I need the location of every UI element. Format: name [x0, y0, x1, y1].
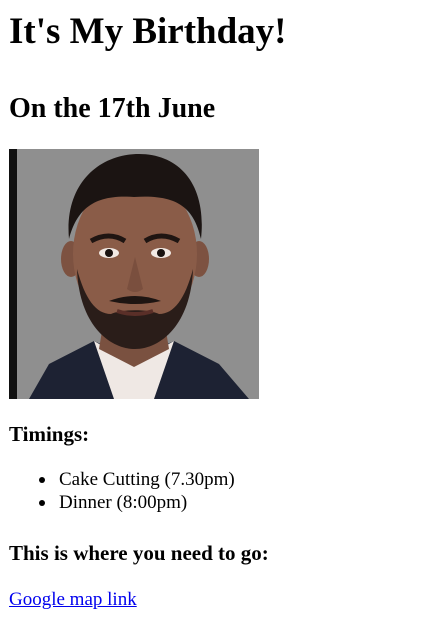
page: It's My Birthday! On the 17th June Timin… [0, 10, 426, 611]
page-title: It's My Birthday! [9, 11, 287, 52]
timings-item-dinner: Dinner (8:00pm) [39, 491, 417, 514]
timings-heading: Timings: [9, 422, 90, 446]
timings-item-cake-cutting: Cake Cutting (7.30pm) [39, 468, 417, 491]
portrait-illustration [9, 149, 259, 399]
google-map-link[interactable]: Google map link [9, 588, 137, 611]
timings-list: Cake Cutting (7.30pm) Dinner (8:00pm) [9, 468, 417, 514]
date-heading: On the 17th June [9, 93, 216, 124]
directions-heading: This is where you need to go: [9, 541, 269, 565]
portrait-photo [9, 149, 259, 399]
